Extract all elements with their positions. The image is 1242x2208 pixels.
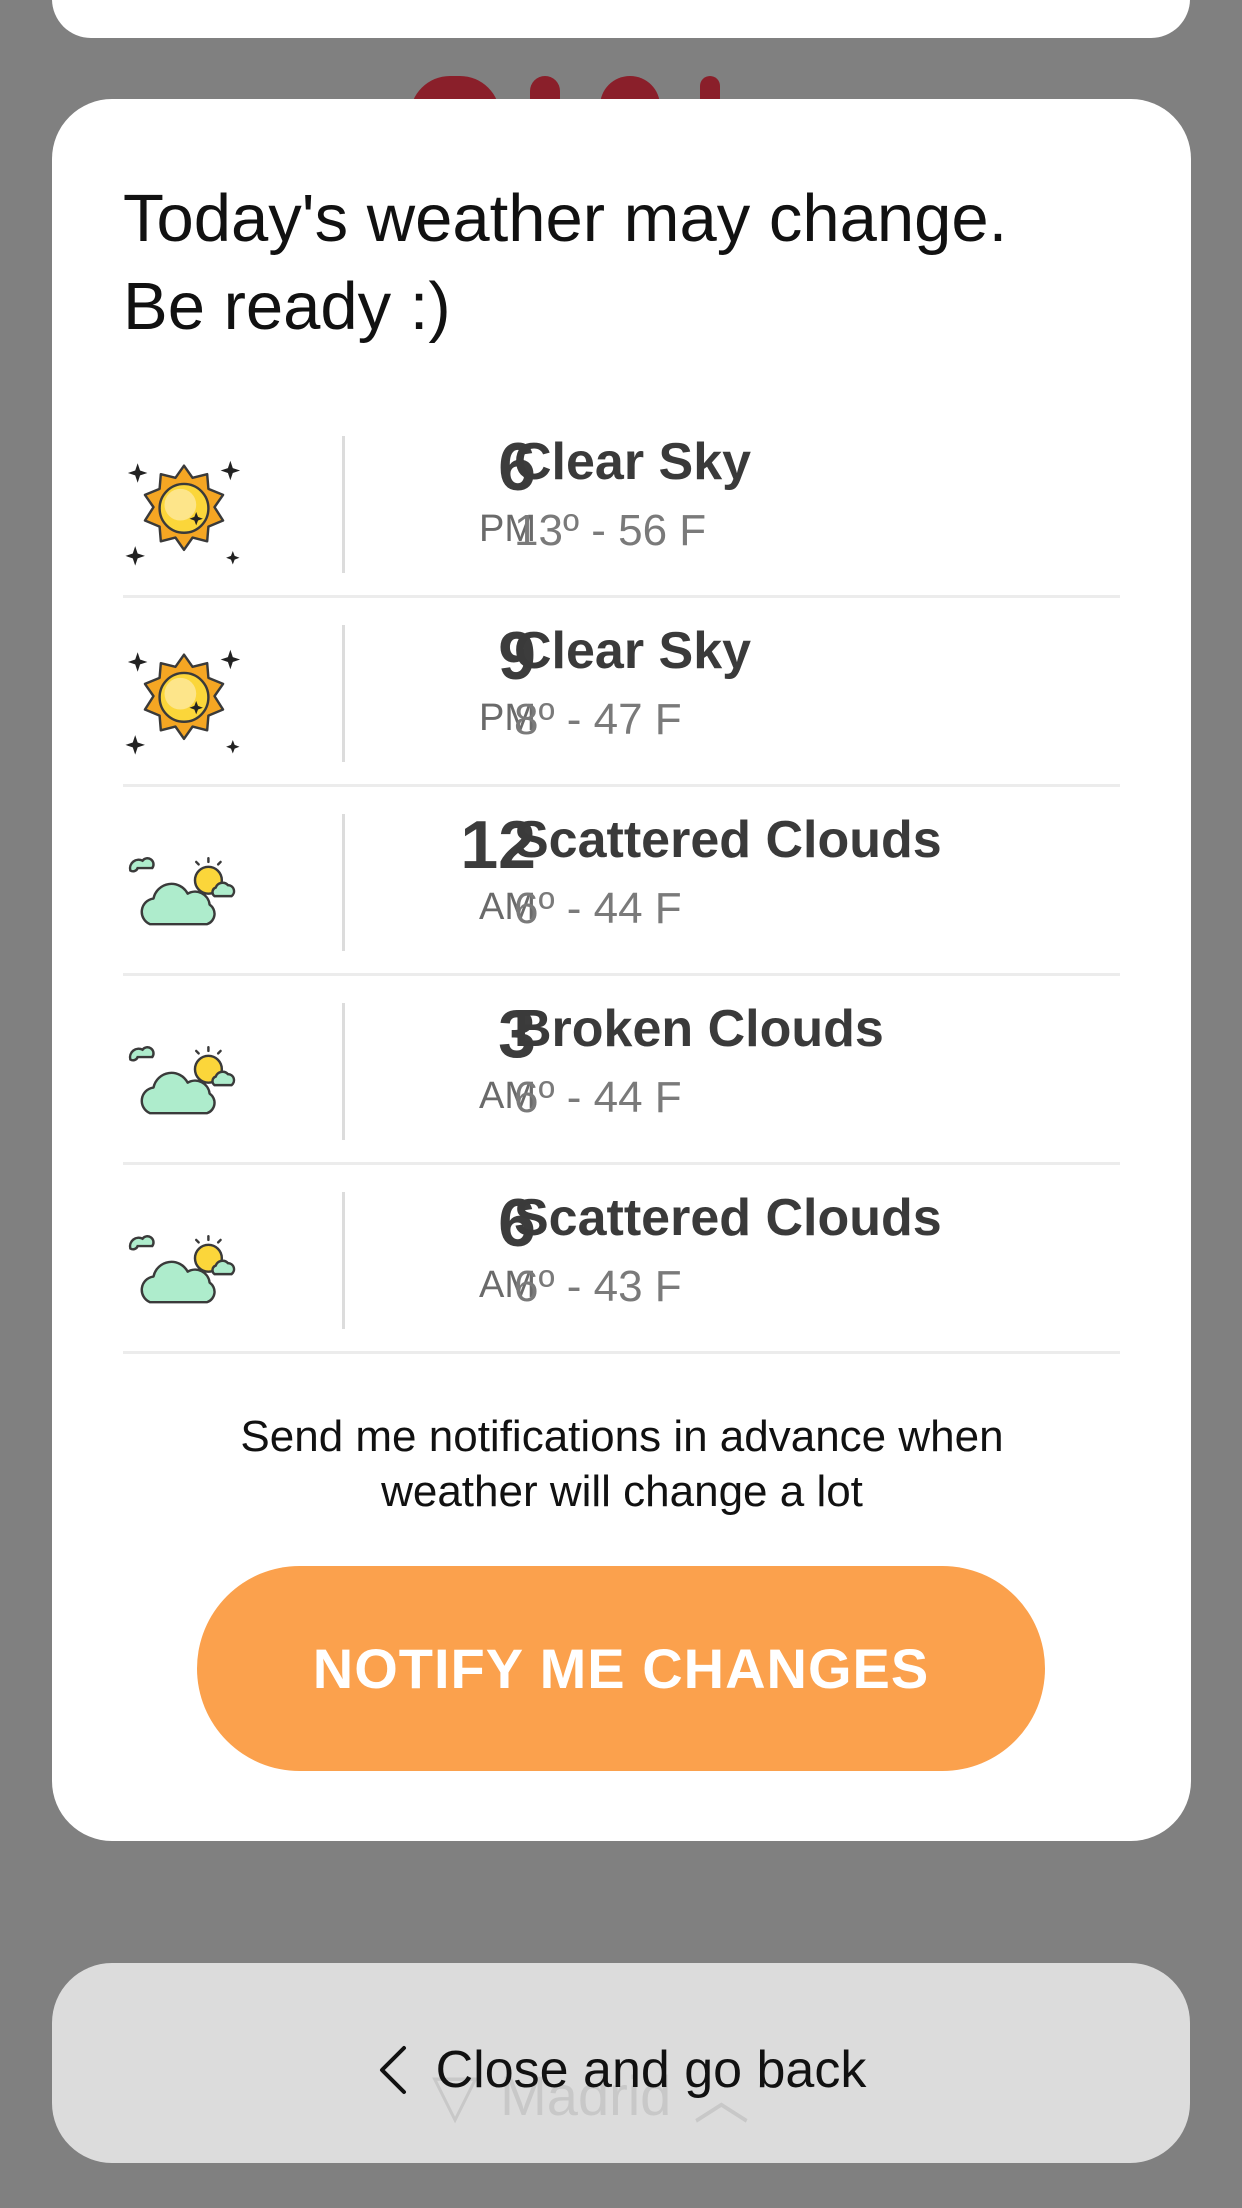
- close-and-go-back-button[interactable]: Close and go back: [52, 1963, 1190, 2163]
- forecast-temperature: 6º - 44 F: [514, 1073, 682, 1122]
- modal-title-line2: Be ready :): [123, 269, 451, 344]
- forecast-condition: Broken Clouds: [514, 1000, 884, 1058]
- forecast-condition: Scattered Clouds: [514, 811, 942, 869]
- forecast-row: 6 AM Scattered Clouds 6º - 43 F: [123, 1165, 1120, 1354]
- modal-title-line1: Today's weather may change.: [123, 181, 1008, 256]
- forecast-period: PM: [479, 508, 536, 550]
- bottom-panel: ▽ Madrid ︿ Close and go back: [52, 1963, 1190, 2163]
- forecast-hour: 9: [498, 618, 536, 694]
- forecast-hour: 6: [498, 429, 536, 505]
- forecast-row: 9 PM Clear Sky 8º - 47 F: [123, 598, 1120, 787]
- modal-title: Today's weather may change. Be ready :): [123, 175, 1123, 351]
- weather-change-modal: Today's weather may change. Be ready :) …: [52, 99, 1191, 1841]
- scattered-clouds-icon: [128, 857, 236, 926]
- forecast-period: AM: [479, 1075, 536, 1117]
- forecast-period: AM: [479, 1264, 536, 1306]
- forecast-row: 12 AM Scattered Clouds 6º - 44 F: [123, 787, 1120, 976]
- forecast-temperature: 8º - 47 F: [514, 695, 682, 744]
- forecast-condition: Clear Sky: [514, 433, 752, 491]
- chevron-left-icon: [379, 2046, 406, 2094]
- forecast-period: AM: [479, 886, 536, 928]
- forecast-hour: 12: [460, 807, 536, 883]
- clear-sky-icon: [125, 460, 241, 566]
- forecast-row: 6 PM Clear Sky 13º - 56 F: [123, 409, 1120, 598]
- forecast-list: 6 PM Clear Sky 13º - 56 F 9 PM Clear Sky…: [123, 409, 1120, 1354]
- scattered-clouds-icon: [128, 1235, 236, 1304]
- forecast-hour: 6: [498, 1185, 536, 1261]
- forecast-condition: Scattered Clouds: [514, 1189, 942, 1247]
- forecast-hour: 3: [498, 996, 536, 1072]
- notify-description: Send me notifications in advance when we…: [132, 1409, 1112, 1519]
- background-card-edge: [52, 0, 1190, 38]
- broken-clouds-icon: [128, 1046, 236, 1115]
- forecast-condition: Clear Sky: [514, 622, 752, 680]
- clear-sky-icon: [125, 649, 241, 755]
- forecast-temperature: 6º - 44 F: [514, 884, 682, 933]
- notify-me-changes-button[interactable]: NOTIFY ME CHANGES: [197, 1566, 1045, 1771]
- forecast-row: 3 AM Broken Clouds 6º - 44 F: [123, 976, 1120, 1165]
- forecast-temperature: 6º - 43 F: [514, 1262, 682, 1311]
- forecast-period: PM: [479, 697, 536, 739]
- notify-description-line1: Send me notifications in advance when: [240, 1412, 1004, 1461]
- forecast-temperature: 13º - 56 F: [514, 506, 707, 555]
- close-and-go-back-label: Close and go back: [435, 2041, 867, 2099]
- notify-description-line2: weather will change a lot: [381, 1467, 863, 1516]
